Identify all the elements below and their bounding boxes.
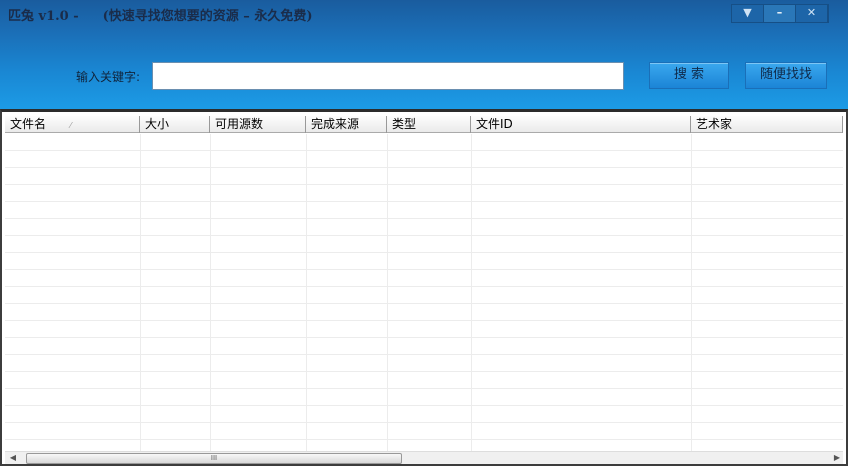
close-icon[interactable]: ✕ (796, 5, 828, 22)
random-search-button[interactable]: 随便找找 (745, 62, 827, 89)
column-sources[interactable]: 可用源数 (210, 116, 306, 133)
column-divider (471, 134, 472, 454)
window-title: 匹兔 v1.0 - (快速寻找您想要的资源 – 永久免费) (8, 5, 336, 24)
app-name: 匹兔 v1.0 - (8, 9, 79, 24)
minimize-icon[interactable]: – (764, 5, 796, 22)
search-button[interactable]: 搜 索 (649, 62, 729, 89)
column-divider (306, 134, 307, 454)
window-controls: ▼ – ✕ (731, 4, 829, 23)
scrollbar-thumb[interactable]: III (26, 453, 402, 464)
app-subtitle: (快速寻找您想要的资源 – 永久免费) (102, 9, 313, 24)
scroll-right-icon[interactable]: ▶ (831, 452, 843, 464)
header-panel: 匹兔 v1.0 - (快速寻找您想要的资源 – 永久免费) ▼ – ✕ 输入关键字… (0, 0, 848, 109)
column-filename[interactable]: 文件名 ⁄ (5, 116, 140, 133)
column-complete-sources[interactable]: 完成来源 (306, 116, 387, 133)
column-divider (387, 134, 388, 454)
menu-icon[interactable]: ▼ (732, 5, 764, 22)
column-divider (140, 134, 141, 454)
results-table: 文件名 ⁄ 大小 可用源数 完成来源 类型 文件ID 艺术家 ◀ III ▶ (0, 109, 848, 466)
column-label: 文件名 (10, 117, 47, 131)
table-body[interactable] (5, 134, 843, 454)
horizontal-scrollbar[interactable]: ◀ III ▶ (5, 451, 843, 464)
scroll-left-icon[interactable]: ◀ (7, 452, 19, 464)
column-divider (210, 134, 211, 454)
sort-icon: ⁄ (70, 121, 72, 130)
column-artist[interactable]: 艺术家 (691, 116, 843, 133)
keyword-input[interactable] (152, 62, 624, 90)
column-file-id[interactable]: 文件ID (471, 116, 691, 133)
column-divider (691, 134, 692, 454)
column-type[interactable]: 类型 (387, 116, 471, 133)
keyword-label: 输入关键字: (76, 70, 141, 84)
column-size[interactable]: 大小 (140, 116, 210, 133)
table-header: 文件名 ⁄ 大小 可用源数 完成来源 类型 文件ID 艺术家 (5, 116, 843, 133)
